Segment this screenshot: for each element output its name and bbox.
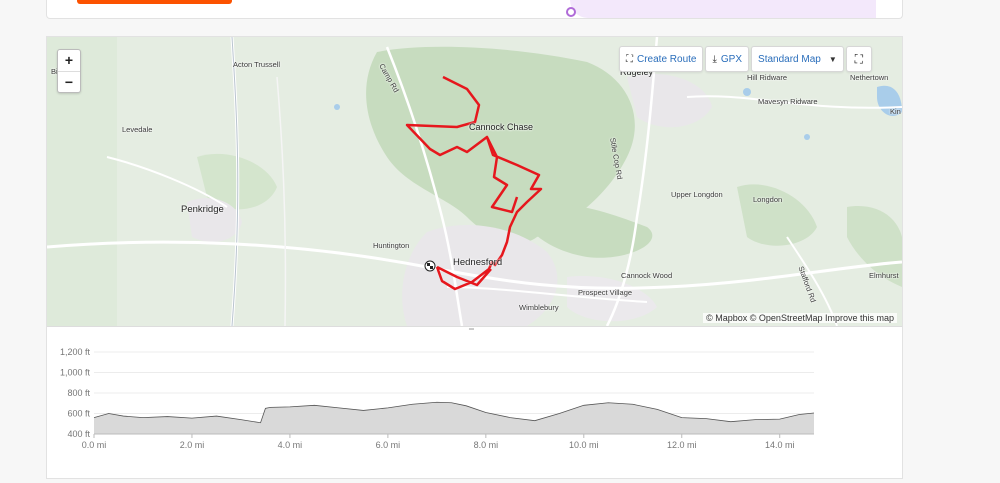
map-label-levedale: Levedale (122, 125, 153, 134)
y-tick-label: 1,200 ft (60, 347, 91, 357)
map-label-mavesyn-ridware: Mavesyn Ridware (758, 97, 818, 106)
map-label-nethertown: Nethertown (850, 73, 889, 82)
gpx-download-button[interactable]: ⤓ GPX (705, 46, 750, 72)
resize-grip-icon[interactable]: ═ (469, 326, 474, 333)
map-label-longdon: Longdon (753, 195, 783, 204)
map-style-label: Standard Map (758, 53, 821, 65)
chart-marker-dot (566, 7, 576, 17)
map-label-kin: Kin (890, 107, 901, 116)
elevation-chart-canvas: 1,200 ft 1,000 ft 800 ft 600 ft 400 ft0.0 mi… (60, 347, 815, 450)
create-route-label: Create Route (637, 53, 697, 65)
map-label-cannock-chase: Cannock Chase (469, 122, 534, 132)
caret-down-icon: ▼ (828, 54, 837, 64)
elevation-chart[interactable]: 1,200 ft 1,000 ft 800 ft 600 ft 400 ft 0.0 mi… (47, 342, 902, 478)
map-label-wimblebury: Wimblebury (519, 303, 559, 312)
x-tick-label: 2.0 mi (180, 440, 205, 450)
route-map[interactable]: Bi Acton Trussell Camp Rd Rugeley Hill R… (47, 37, 902, 326)
map-label-elmhurst: Elmhurst (869, 271, 899, 280)
map-water (804, 134, 810, 140)
map-label-penkridge: Penkridge (181, 204, 224, 215)
y-tick-label: 600 ft (67, 409, 90, 419)
x-tick-label: 6.0 mi (376, 440, 401, 450)
gpx-label: GPX (720, 53, 743, 65)
map-water (334, 104, 340, 110)
map-water (743, 88, 751, 96)
finish-flag-icon (424, 260, 436, 272)
y-tick-label: 1,000 ft (60, 368, 91, 378)
previous-chart-area (570, 0, 876, 18)
x-tick-label: 12.0 mi (667, 440, 697, 450)
y-tick-label: 400 ft (67, 429, 90, 439)
map-label-prospect-village: Prospect Village (578, 288, 633, 297)
fullscreen-icon: ⛶ (854, 51, 863, 66)
map-attribution[interactable]: © Mapbox © OpenStreetMap Improve this ma… (703, 313, 897, 323)
map-label-acton-trussell: Acton Trussell (233, 60, 281, 69)
x-tick-label: 10.0 mi (569, 440, 599, 450)
x-tick-label: 4.0 mi (278, 440, 303, 450)
zoom-in-button[interactable]: + (58, 50, 80, 72)
zoom-control: + − (57, 49, 81, 93)
x-tick-label: 14.0 mi (765, 440, 795, 450)
y-tick-label: 800 ft (67, 388, 90, 398)
map-label-hill-ridware: Hill Ridware (747, 73, 788, 82)
x-tick-label: 0.0 mi (82, 440, 107, 450)
map-resize-divider[interactable] (47, 326, 902, 334)
route-icon: ⛶ (626, 53, 633, 65)
create-route-button[interactable]: ⛶ Create Route (619, 46, 704, 72)
orange-action-button[interactable] (77, 0, 232, 4)
x-tick-label: 8.0 mi (474, 440, 499, 450)
map-label-huntington: Huntington (373, 241, 410, 250)
map-label-mavesyn-ridware-text: Mavesyn Ridware (758, 97, 818, 106)
download-icon: ⤓ (712, 53, 717, 65)
map-toolbar: ⛶ Create Route ⤓ GPX Standard Map ▼ ⛶ (619, 46, 872, 72)
zoom-out-button[interactable]: − (58, 72, 80, 93)
map-label-upper-longdon: Upper Longdon (671, 190, 723, 199)
map-label-hednesford: Hednesford (453, 257, 503, 268)
map-style-dropdown[interactable]: Standard Map ▼ (751, 46, 844, 72)
fullscreen-button[interactable]: ⛶ (845, 46, 872, 72)
elevation-area (94, 402, 814, 434)
map-label-cannock-wood: Cannock Wood (621, 271, 673, 280)
route-map-card: Bi Acton Trussell Camp Rd Rugeley Hill R… (46, 36, 903, 479)
